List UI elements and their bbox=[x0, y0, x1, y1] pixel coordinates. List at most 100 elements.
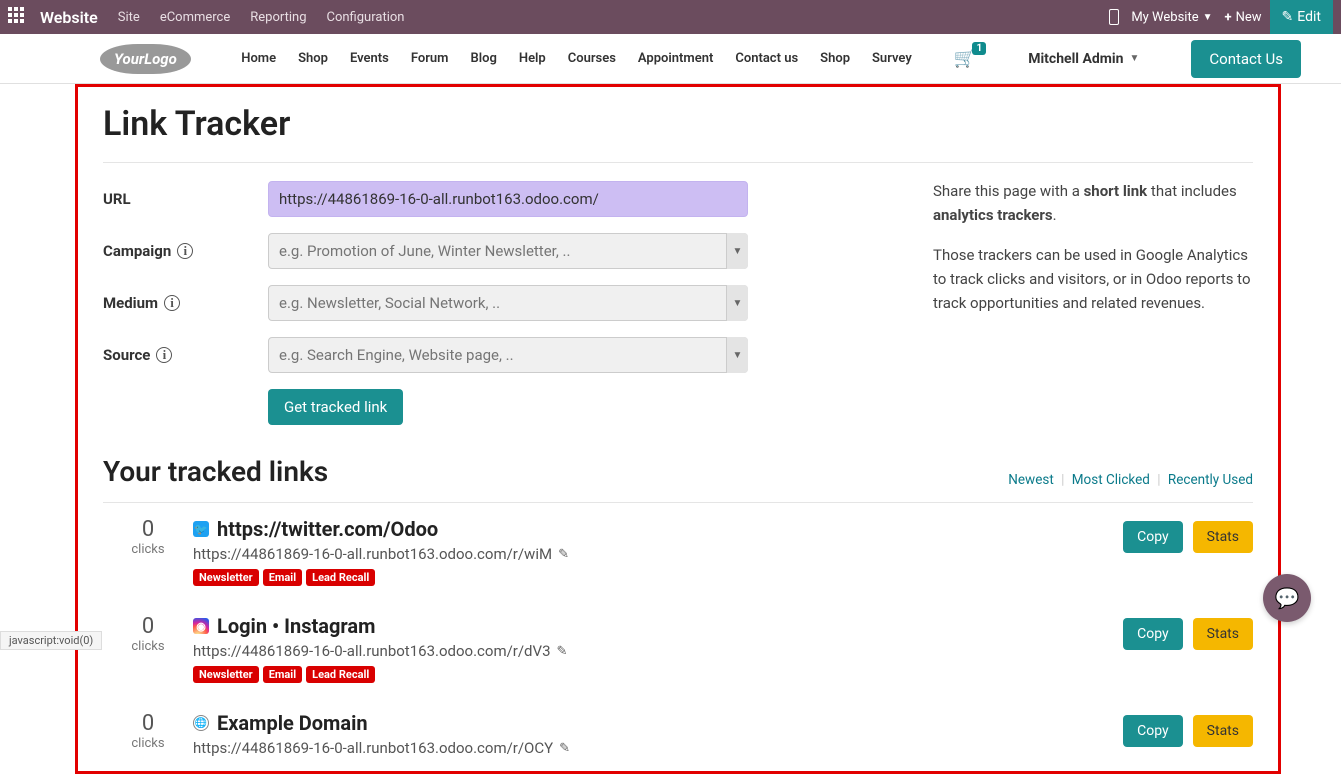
nav-links: Home Shop Events Forum Blog Help Courses… bbox=[241, 40, 1301, 78]
nav-shop2[interactable]: Shop bbox=[820, 51, 850, 66]
main-content: Link Tracker URL Campaigni ▼ Mediumi ▼ S… bbox=[75, 84, 1281, 774]
nav-appointment[interactable]: Appointment bbox=[638, 51, 713, 66]
stats-button[interactable]: Stats bbox=[1193, 618, 1253, 650]
nav-events[interactable]: Events bbox=[350, 51, 389, 66]
sort-links: Newest | Most Clicked | Recently Used bbox=[1008, 472, 1253, 488]
track-body: 🌐 Example Domain https://44861869-16-0-a… bbox=[193, 711, 1123, 757]
chat-fab-icon[interactable]: 💬 bbox=[1263, 574, 1311, 622]
divider bbox=[103, 162, 1253, 163]
tracked-link-title[interactable]: https://twitter.com/Odoo bbox=[217, 517, 438, 541]
menu-configuration[interactable]: Configuration bbox=[327, 10, 405, 25]
track-body: ◉ Login • Instagram https://44861869-16-… bbox=[193, 614, 1123, 683]
menu-reporting[interactable]: Reporting bbox=[250, 10, 306, 25]
url-label: URL bbox=[103, 190, 268, 208]
nav-help[interactable]: Help bbox=[519, 51, 546, 66]
clicks-label: clicks bbox=[103, 639, 193, 654]
tag: Newsletter bbox=[193, 666, 259, 683]
medium-label: Mediumi bbox=[103, 294, 268, 312]
track-actions: Copy Stats bbox=[1123, 517, 1253, 553]
new-button[interactable]: +New bbox=[1225, 10, 1262, 25]
nav-forum[interactable]: Forum bbox=[411, 51, 449, 66]
clicks-count: 0 bbox=[103, 614, 193, 639]
edit-pencil-icon[interactable]: ✎ bbox=[559, 741, 570, 756]
clicks-label: clicks bbox=[103, 542, 193, 557]
tracked-link-url: https://44861869-16-0-all.runbot163.odoo… bbox=[193, 545, 1123, 563]
stats-button[interactable]: Stats bbox=[1193, 715, 1253, 747]
mobile-preview-icon[interactable] bbox=[1109, 9, 1119, 25]
tag: Newsletter bbox=[193, 569, 259, 586]
campaign-label: Campaigni bbox=[103, 242, 268, 260]
stats-button[interactable]: Stats bbox=[1193, 521, 1253, 553]
browser-status-bar: javascript:void(0) bbox=[0, 631, 102, 650]
get-tracked-link-button[interactable]: Get tracked link bbox=[268, 389, 403, 425]
clicks-counter: 0 clicks bbox=[103, 614, 193, 654]
copy-button[interactable]: Copy bbox=[1123, 618, 1183, 650]
menu-ecommerce[interactable]: eCommerce bbox=[160, 10, 230, 25]
info-icon[interactable]: i bbox=[156, 347, 172, 363]
globe-icon: 🌐 bbox=[193, 715, 209, 731]
nav-blog[interactable]: Blog bbox=[470, 51, 496, 66]
tracked-link-row: 0 clicks 🐦 https://twitter.com/Odoo http… bbox=[103, 503, 1253, 600]
nav-home[interactable]: Home bbox=[241, 51, 276, 66]
logo[interactable]: YourLogo bbox=[100, 44, 191, 74]
nav-shop[interactable]: Shop bbox=[298, 51, 328, 66]
sort-recently-used[interactable]: Recently Used bbox=[1168, 472, 1253, 488]
info-icon[interactable]: i bbox=[177, 243, 193, 259]
site-switcher-label: My Website bbox=[1131, 10, 1198, 25]
apps-icon[interactable] bbox=[8, 7, 28, 27]
url-input[interactable] bbox=[268, 181, 748, 217]
info-icon[interactable]: i bbox=[164, 295, 180, 311]
clicks-count: 0 bbox=[103, 517, 193, 542]
edit-button-label: Edit bbox=[1297, 9, 1321, 25]
instagram-icon: ◉ bbox=[193, 618, 209, 634]
edit-pencil-icon[interactable]: ✎ bbox=[558, 547, 569, 562]
sort-newest[interactable]: Newest bbox=[1008, 472, 1053, 488]
twitter-icon: 🐦 bbox=[193, 521, 209, 537]
source-select[interactable] bbox=[268, 337, 748, 373]
tag: Email bbox=[263, 666, 302, 683]
page-title: Link Tracker bbox=[103, 104, 1253, 144]
copy-button[interactable]: Copy bbox=[1123, 521, 1183, 553]
nav-survey[interactable]: Survey bbox=[872, 51, 912, 66]
menu-site[interactable]: Site bbox=[118, 10, 140, 25]
chevron-down-icon[interactable]: ▼ bbox=[726, 233, 748, 269]
app-brand[interactable]: Website bbox=[40, 8, 98, 27]
tracked-link-url: https://44861869-16-0-all.runbot163.odoo… bbox=[193, 739, 1123, 757]
site-switcher[interactable]: My Website▼ bbox=[1131, 10, 1212, 25]
nav-courses[interactable]: Courses bbox=[568, 51, 616, 66]
clicks-label: clicks bbox=[103, 736, 193, 751]
user-menu[interactable]: Mitchell Admin▼ bbox=[1028, 51, 1139, 67]
tag-list: NewsletterEmailLead Recall bbox=[193, 666, 1123, 683]
tracked-link-row: 0 clicks 🌐 Example Domain https://448618… bbox=[103, 697, 1253, 771]
medium-select[interactable] bbox=[268, 285, 748, 321]
tag-list: NewsletterEmailLead Recall bbox=[193, 569, 1123, 586]
edit-button[interactable]: ✎Edit bbox=[1270, 0, 1333, 34]
track-body: 🐦 https://twitter.com/Odoo https://44861… bbox=[193, 517, 1123, 586]
cart-count-badge: 1 bbox=[972, 42, 986, 55]
tracked-links-title: Your tracked links bbox=[103, 455, 328, 488]
source-label: Sourcei bbox=[103, 346, 268, 364]
edit-pencil-icon[interactable]: ✎ bbox=[557, 644, 568, 659]
sort-most-clicked[interactable]: Most Clicked bbox=[1072, 472, 1150, 488]
new-button-label: New bbox=[1236, 10, 1262, 25]
contact-us-button[interactable]: Contact Us bbox=[1191, 40, 1301, 78]
clicks-count: 0 bbox=[103, 711, 193, 736]
nav-contactus[interactable]: Contact us bbox=[735, 51, 798, 66]
cart-icon[interactable]: 🛒1 bbox=[954, 48, 976, 69]
source-row: Sourcei ▼ bbox=[103, 337, 1253, 373]
clicks-counter: 0 clicks bbox=[103, 517, 193, 557]
nav-bar: YourLogo Home Shop Events Forum Blog Hel… bbox=[0, 34, 1341, 84]
track-actions: Copy Stats bbox=[1123, 711, 1253, 747]
clicks-counter: 0 clicks bbox=[103, 711, 193, 751]
chevron-down-icon[interactable]: ▼ bbox=[726, 285, 748, 321]
copy-button[interactable]: Copy bbox=[1123, 715, 1183, 747]
tracked-link-url: https://44861869-16-0-all.runbot163.odoo… bbox=[193, 642, 1123, 660]
tag: Email bbox=[263, 569, 302, 586]
chevron-down-icon[interactable]: ▼ bbox=[726, 337, 748, 373]
user-name: Mitchell Admin bbox=[1028, 51, 1123, 67]
tag: Lead Recall bbox=[306, 569, 375, 586]
tracked-link-title[interactable]: Example Domain bbox=[217, 711, 368, 735]
top-menu-bar: Website Site eCommerce Reporting Configu… bbox=[0, 0, 1341, 34]
campaign-select[interactable] bbox=[268, 233, 748, 269]
tracked-link-title[interactable]: Login • Instagram bbox=[217, 614, 375, 638]
